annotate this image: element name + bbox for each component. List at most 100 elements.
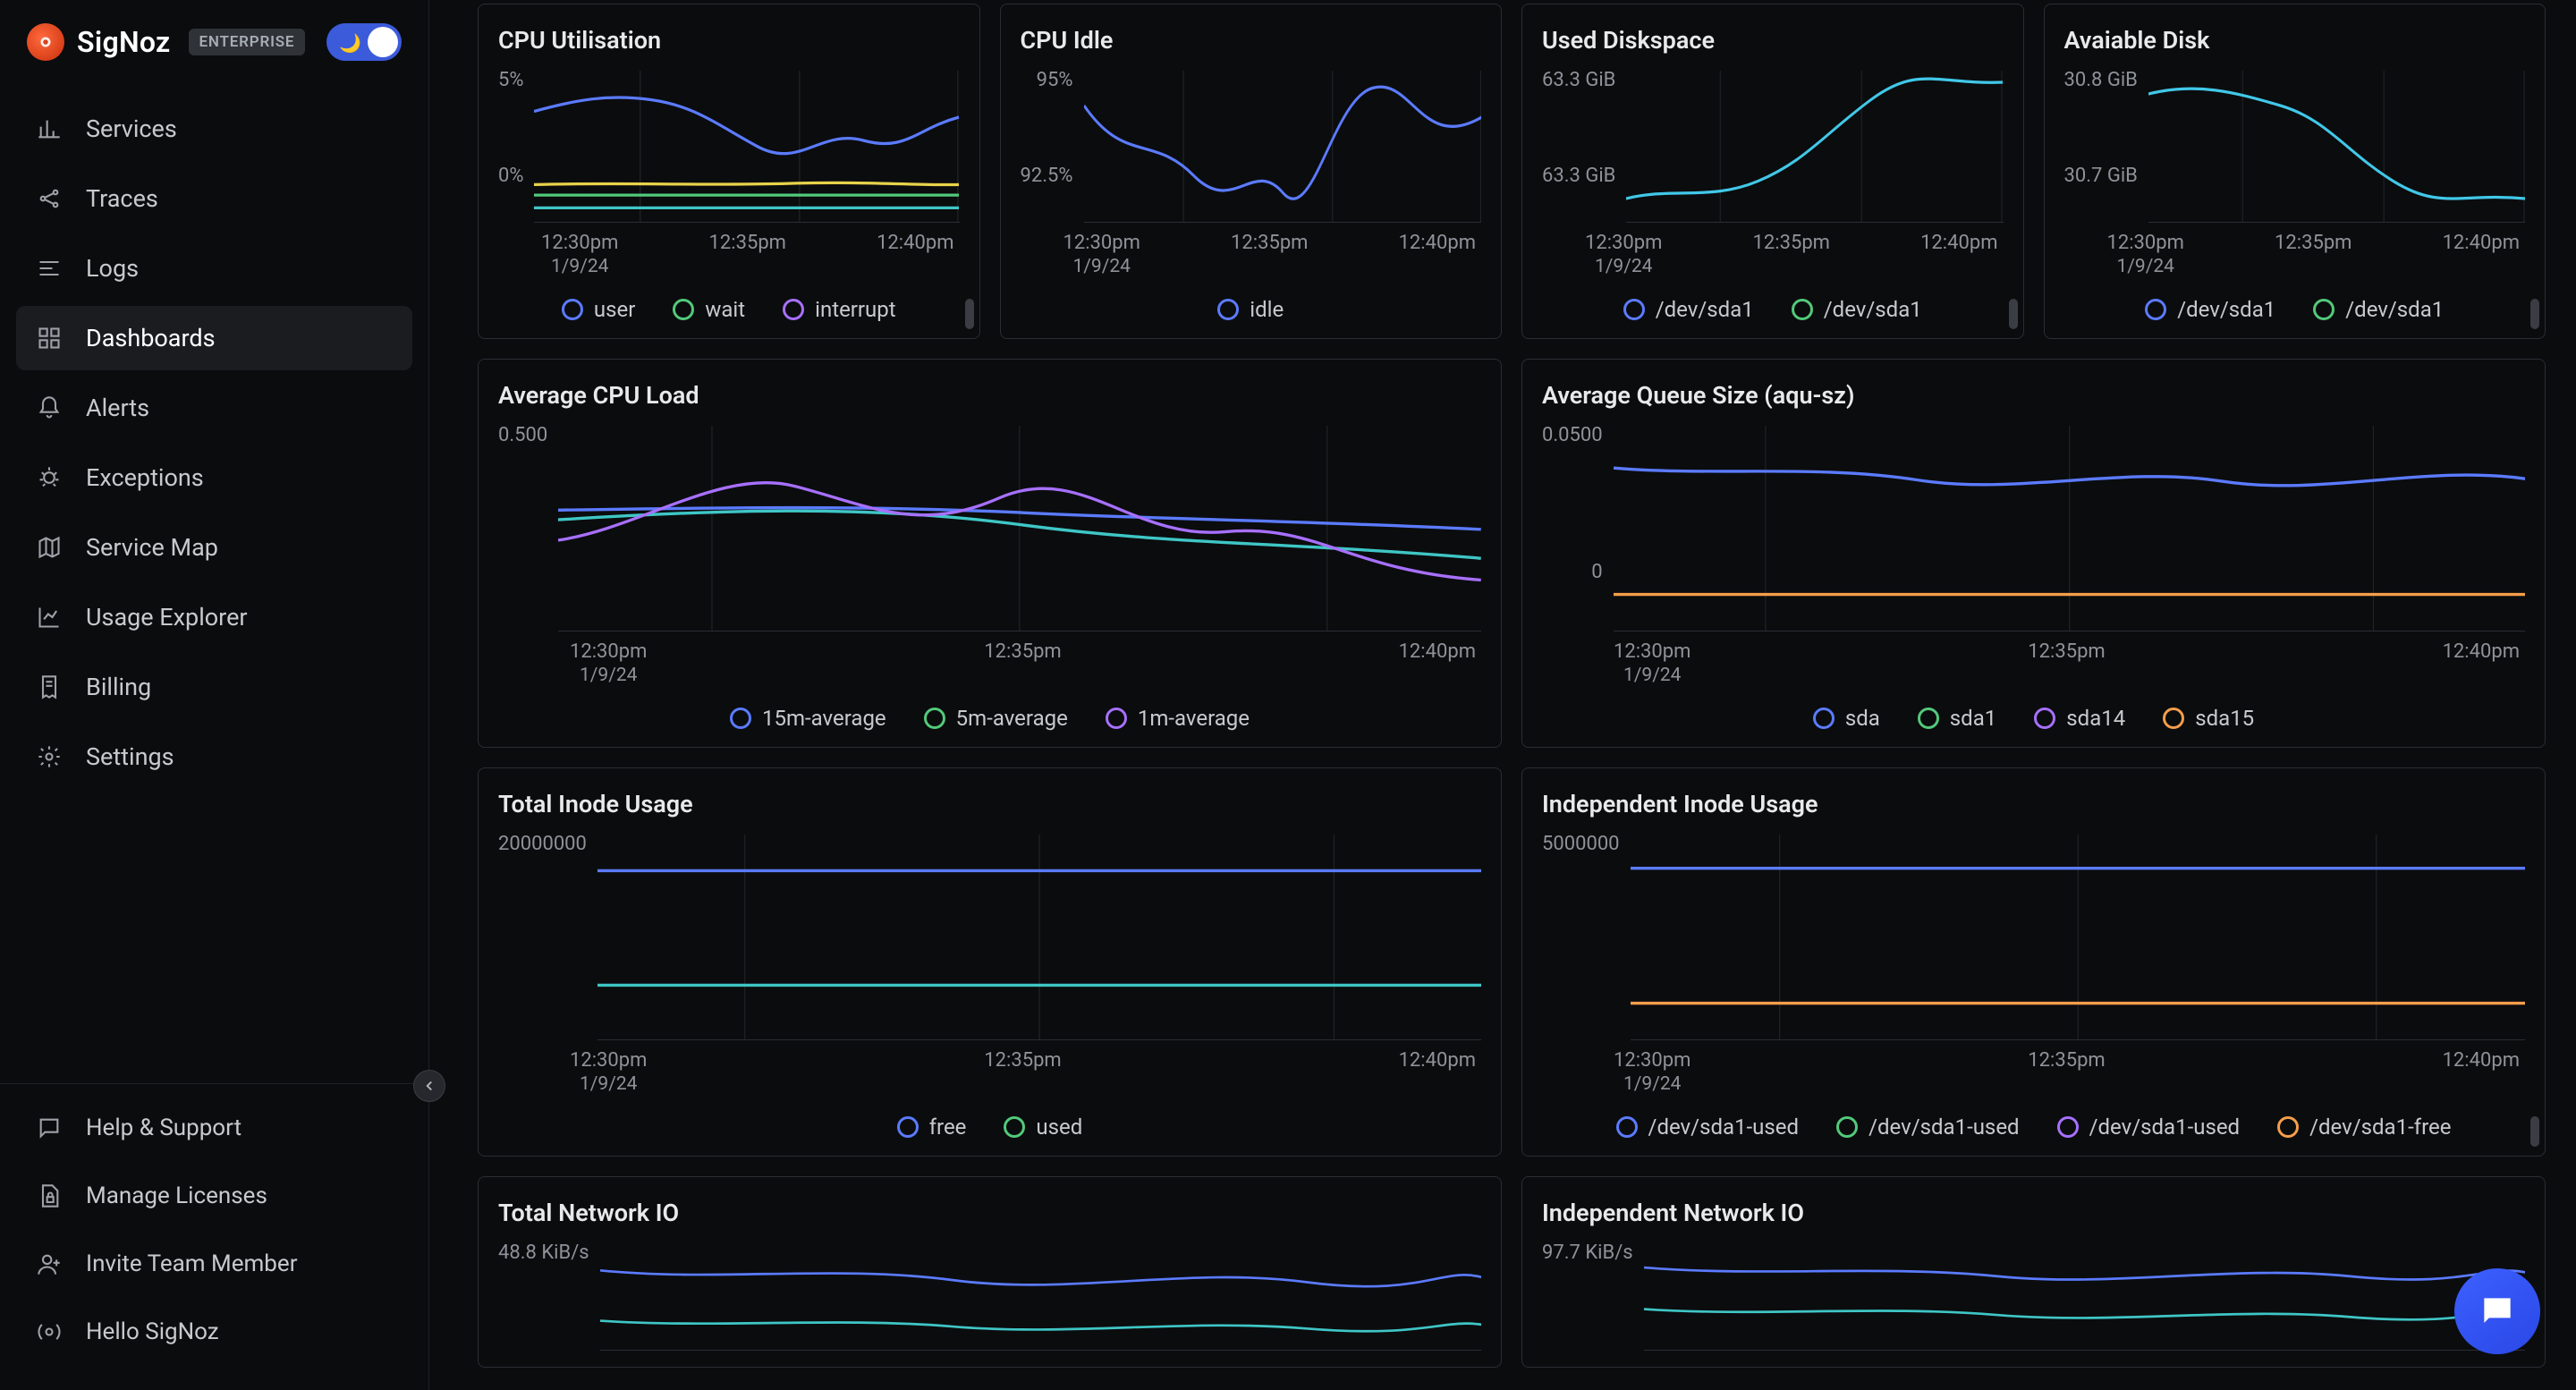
sidebar-item-label: Alerts xyxy=(86,394,149,422)
legend-item[interactable]: sda xyxy=(1813,706,1880,731)
x-axis-labels: 12:30pm1/9/24 12:35pm 12:40pm xyxy=(498,1040,1481,1095)
panel-total-network-io[interactable]: Total Network IO 48.8 KiB/s xyxy=(478,1176,1502,1368)
panel-title: Independent Network IO xyxy=(1542,1199,2525,1227)
sidebar-item-settings[interactable]: Settings xyxy=(16,725,412,789)
sidebar-item-label: Invite Team Member xyxy=(86,1250,298,1277)
sidebar-item-label: Settings xyxy=(86,742,174,771)
legend-swatch xyxy=(2163,708,2184,729)
legend-scrollbar[interactable] xyxy=(2530,299,2539,329)
legend-label: /dev/sda1-used xyxy=(2089,1115,2241,1140)
panel-average-cpu-load[interactable]: Average CPU Load 0.500 12:30pm1/9/24 12:… xyxy=(478,359,1502,748)
legend-scrollbar[interactable] xyxy=(2009,299,2018,329)
panel-total-inode-usage[interactable]: Total Inode Usage 20000000 12:30pm1/9/24… xyxy=(478,767,1502,1157)
legend: /dev/sda1/dev/sda1 xyxy=(2064,297,2526,322)
sidebar-item-usage-explorer[interactable]: Usage Explorer xyxy=(16,585,412,649)
legend-item[interactable]: /dev/sda1 xyxy=(2313,297,2444,322)
sidebar-item-traces[interactable]: Traces xyxy=(16,166,412,231)
legend-item[interactable]: /dev/sda1 xyxy=(2145,297,2275,322)
sidebar-item-service-map[interactable]: Service Map xyxy=(16,515,412,580)
legend-label: sda14 xyxy=(2066,706,2125,731)
bar-chart-icon xyxy=(36,116,63,141)
sidebar-bottom: Help & Support Manage Licenses Invite Team… xyxy=(0,1083,428,1390)
sidebar-item-logs[interactable]: Logs xyxy=(16,236,412,301)
sidebar: SigNoz ENTERPRISE 🌙 Services TracesLogsDa… xyxy=(0,0,429,1390)
panel-independent-inode-usage[interactable]: Independent Inode Usage 5000000 12:30pm1… xyxy=(1521,767,2546,1157)
legend-item[interactable]: sda15 xyxy=(2163,706,2254,731)
legend-item[interactable]: /dev/sda1-used xyxy=(2057,1115,2241,1140)
user-plus-icon xyxy=(36,1251,63,1276)
legend-scrollbar[interactable] xyxy=(965,299,974,329)
legend-item[interactable]: sda14 xyxy=(2034,706,2125,731)
legend-swatch xyxy=(2034,708,2055,729)
sidebar-item-services[interactable]: Services xyxy=(16,97,412,161)
legend-label: idle xyxy=(1250,297,1284,322)
panel-average-queue-size[interactable]: Average Queue Size (aqu-sz) 0.05000 12:3… xyxy=(1521,359,2546,748)
sidebar-item-hello-signoz[interactable]: Hello SigNoz xyxy=(16,1301,412,1363)
legend-item[interactable]: /dev/sda1-used xyxy=(1836,1115,2020,1140)
legend-item[interactable]: used xyxy=(1004,1115,1082,1140)
y-axis-labels: 48.8 KiB/s xyxy=(498,1243,600,1325)
panel-used-diskspace[interactable]: Used Diskspace 63.3 GiB63.3 GiB 12:30pm1… xyxy=(1521,4,2024,339)
theme-toggle[interactable]: 🌙 xyxy=(326,23,402,61)
gear-icon xyxy=(36,744,63,769)
x-axis-labels: 12:30pm1/9/24 12:35pm 12:40pm xyxy=(498,223,960,277)
sidebar-item-exceptions[interactable]: Exceptions xyxy=(16,445,412,510)
sidebar-item-manage-licenses[interactable]: Manage Licenses xyxy=(16,1165,412,1227)
panel-available-disk[interactable]: Avaiable Disk 30.8 GiB30.7 GiB 12:30pm1/… xyxy=(2044,4,2546,339)
legend-item[interactable]: 15m-average xyxy=(730,706,886,731)
sidebar-collapse-button[interactable] xyxy=(413,1070,445,1102)
legend-item[interactable]: idle xyxy=(1217,297,1284,322)
legend-swatch xyxy=(1813,708,1835,729)
legend-scrollbar[interactable] xyxy=(2530,1116,2539,1147)
panel-cpu-idle[interactable]: CPU Idle 95%92.5% 12:30pm1/9/24 12:35pm … xyxy=(1000,4,1503,339)
chart-plot xyxy=(558,426,1481,631)
legend-item[interactable]: 1m-average xyxy=(1106,706,1250,731)
moon-icon: 🌙 xyxy=(339,32,361,54)
legend-item[interactable]: sda1 xyxy=(1918,706,1996,731)
legend-item[interactable]: /dev/sda1 xyxy=(1792,297,1922,322)
legend-label: used xyxy=(1036,1115,1082,1140)
brand-name: SigNoz xyxy=(77,25,171,59)
legend-swatch xyxy=(562,299,583,320)
panel-title: CPU Utilisation xyxy=(498,26,960,55)
chart-plot xyxy=(600,1243,1481,1351)
legend-label: 5m-average xyxy=(956,706,1068,731)
sidebar-item-label: Service Map xyxy=(86,533,218,562)
legend-label: user xyxy=(594,297,635,322)
panel-title: CPU Idle xyxy=(1021,26,1482,55)
y-axis-labels: 63.3 GiB63.3 GiB xyxy=(1542,71,1626,186)
legend-swatch xyxy=(2145,299,2166,320)
sidebar-item-label: Hello SigNoz xyxy=(86,1318,219,1345)
x-axis-labels: 12:30pm1/9/24 12:35pm 12:40pm xyxy=(498,631,1481,686)
chart-plot xyxy=(2148,71,2525,223)
legend-item[interactable]: wait xyxy=(673,297,745,322)
sidebar-item-billing[interactable]: Billing xyxy=(16,655,412,719)
panel-title: Used Diskspace xyxy=(1542,26,2004,55)
legend-item[interactable]: free xyxy=(897,1115,967,1140)
legend-label: /dev/sda1 xyxy=(2177,297,2275,322)
panel-independent-network-io[interactable]: Independent Network IO 97.7 KiB/s xyxy=(1521,1176,2546,1368)
sidebar-item-invite-team-member[interactable]: Invite Team Member xyxy=(16,1233,412,1295)
legend-swatch xyxy=(673,299,694,320)
legend-label: 15m-average xyxy=(762,706,886,731)
sidebar-item-help-support[interactable]: Help & Support xyxy=(16,1097,412,1159)
y-axis-labels: 5000000 xyxy=(1542,835,1631,991)
legend-item[interactable]: interrupt xyxy=(783,297,896,322)
legend-item[interactable]: /dev/sda1 xyxy=(1623,297,1754,322)
legend-item[interactable]: /dev/sda1-used xyxy=(1616,1115,1800,1140)
legend-swatch xyxy=(924,708,945,729)
plan-badge: ENTERPRISE xyxy=(189,29,306,55)
legend-label: sda1 xyxy=(1950,706,1996,731)
panel-cpu-utilisation[interactable]: CPU Utilisation 5%0% 12:30pm1/9/24 12:35… xyxy=(478,4,980,339)
sidebar-item-label: Help & Support xyxy=(86,1115,242,1141)
chat-fab[interactable] xyxy=(2454,1268,2540,1354)
legend-item[interactable]: user xyxy=(562,297,635,322)
legend: /dev/sda1/dev/sda1 xyxy=(1542,297,2004,322)
chart-plot xyxy=(597,835,1481,1040)
sidebar-item-dashboards[interactable]: Dashboards xyxy=(16,306,412,370)
legend-item[interactable]: 5m-average xyxy=(924,706,1068,731)
legend-swatch xyxy=(1623,299,1645,320)
sidebar-item-label: Services xyxy=(86,114,177,143)
legend-item[interactable]: /dev/sda1-free xyxy=(2277,1115,2451,1140)
sidebar-item-alerts[interactable]: Alerts xyxy=(16,376,412,440)
